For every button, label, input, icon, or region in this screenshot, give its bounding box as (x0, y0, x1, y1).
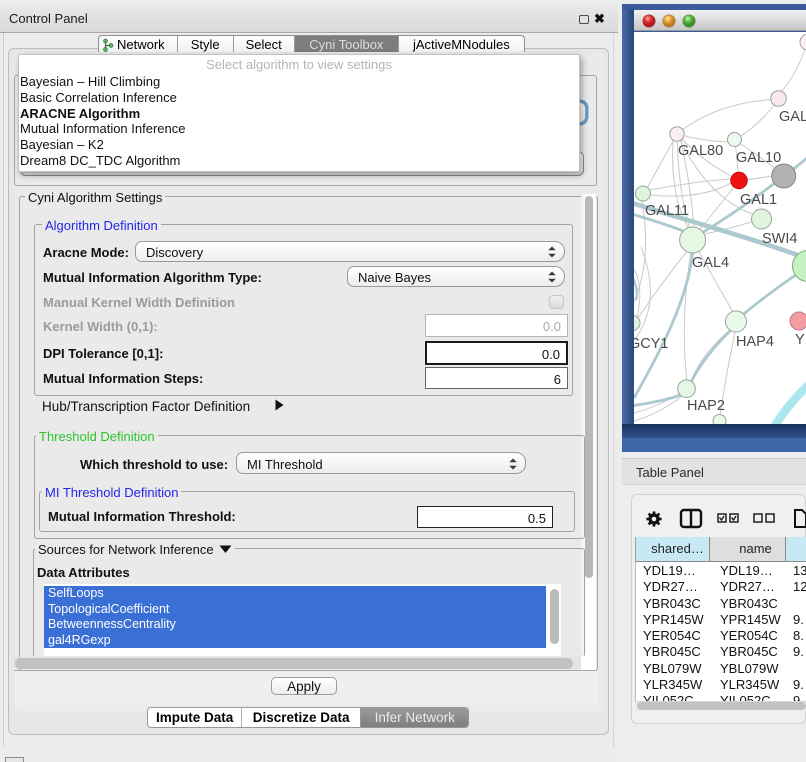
svg-text:GAL4: GAL4 (692, 255, 729, 271)
svg-text:HAP4: HAP4 (736, 334, 774, 350)
svg-text:Y: Y (795, 332, 805, 348)
svg-text:GCY1: GCY1 (634, 336, 669, 352)
svg-text:HAP2: HAP2 (687, 398, 725, 414)
svg-text:GAL10: GAL10 (736, 150, 781, 166)
svg-text:SWI4: SWI4 (762, 231, 797, 247)
svg-text:GAL11: GAL11 (645, 203, 689, 219)
svg-text:GAL1: GAL1 (740, 192, 777, 208)
svg-text:GAL80: GAL80 (678, 143, 723, 159)
svg-text:GAL7: GAL7 (779, 109, 806, 125)
